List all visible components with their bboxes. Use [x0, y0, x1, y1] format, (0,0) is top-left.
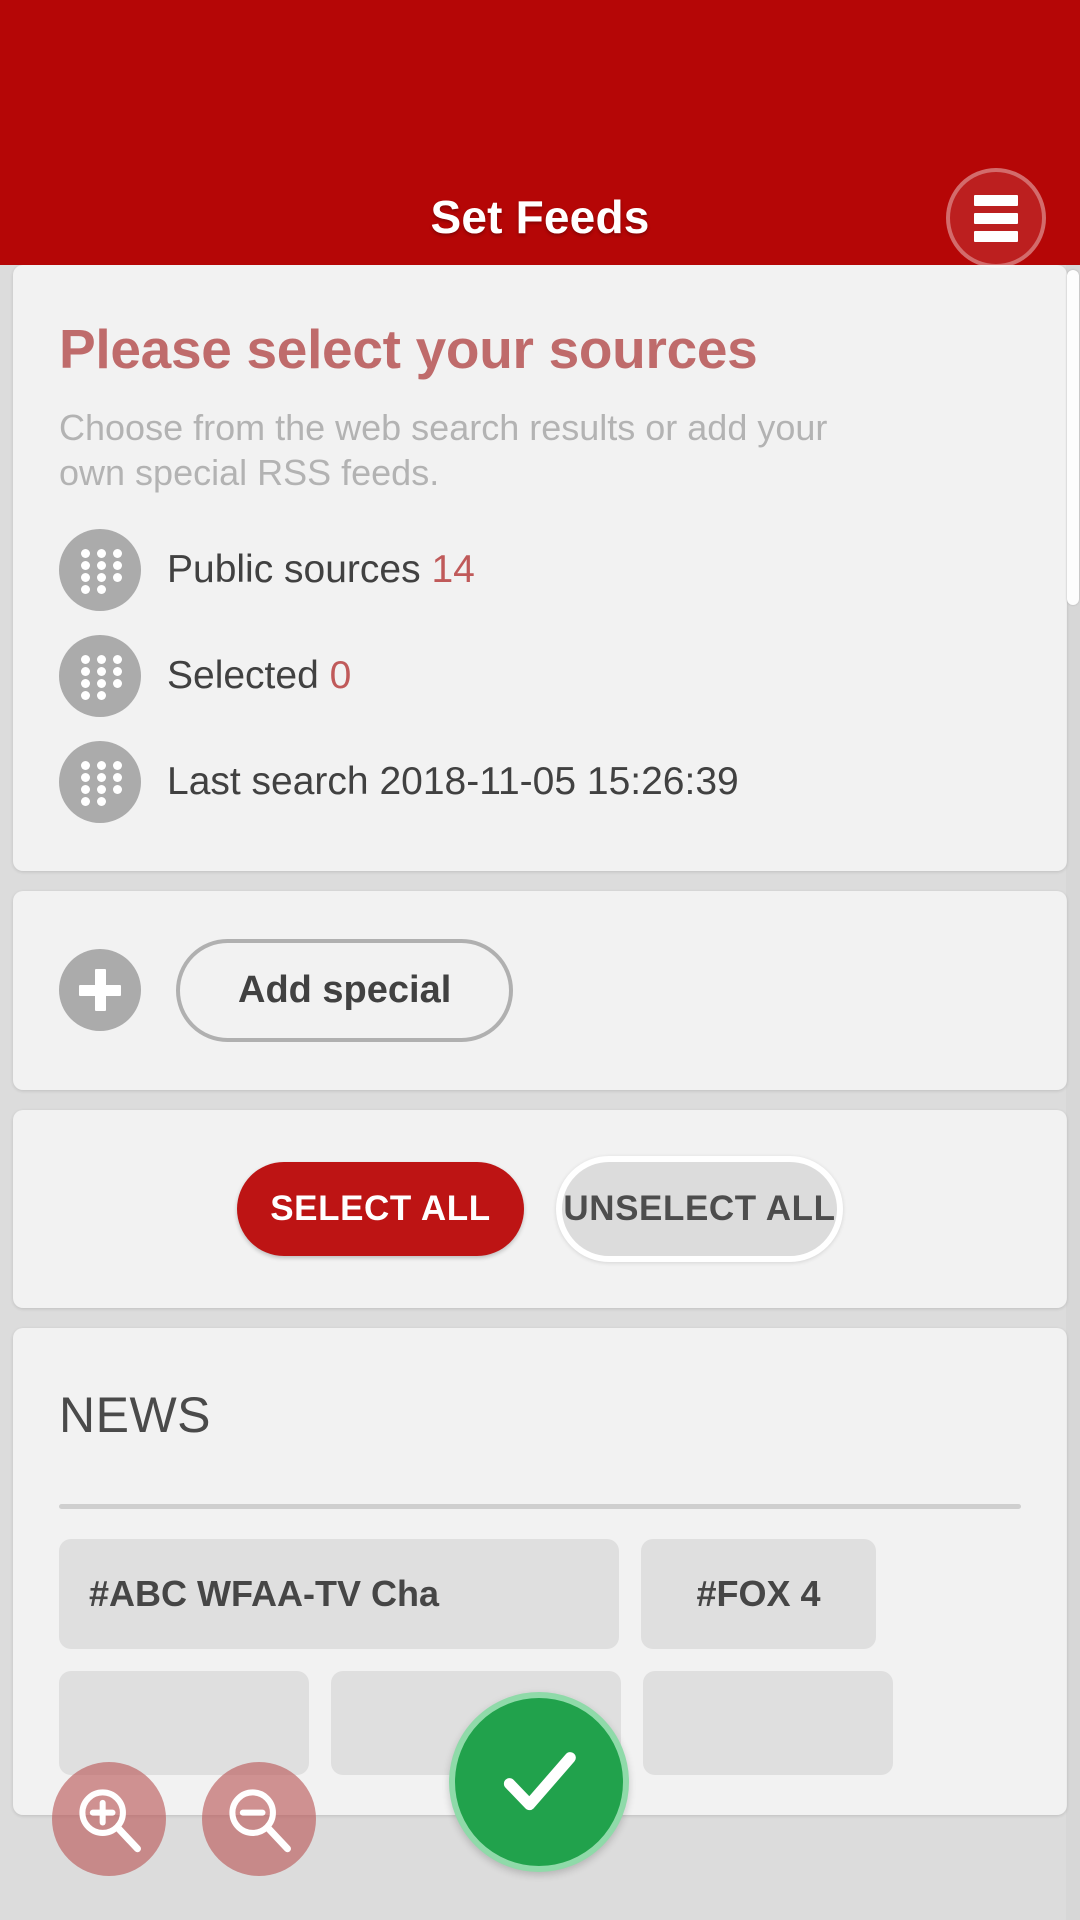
- dots-grid-icon: [59, 634, 141, 717]
- unselect-all-button[interactable]: UNSELECT ALL: [556, 1155, 843, 1262]
- dots-grid-icon: [59, 740, 141, 823]
- select-all-button[interactable]: SELECT ALL: [237, 1161, 524, 1256]
- info-row-last-search[interactable]: Last search 2018-11-05 15:26:39: [13, 729, 1067, 835]
- scrollbar-thumb[interactable]: [1067, 270, 1079, 605]
- check-icon[interactable]: [449, 1692, 629, 1872]
- info-value-text: 14: [431, 547, 475, 591]
- info-label-text: Last search: [167, 759, 369, 803]
- add-special-button[interactable]: Add special: [176, 938, 514, 1042]
- add-special-card: Add special: [13, 890, 1067, 1090]
- info-row-label: Last search 2018-11-05 15:26:39: [167, 760, 739, 804]
- plus-circle-icon[interactable]: [59, 949, 141, 1032]
- info-value-text: 0: [329, 653, 352, 697]
- sources-info-list: Public sources 14 Selected 0 Last search…: [13, 495, 1067, 835]
- app-root: Set Feeds Please select your sources Cho…: [0, 0, 1080, 1920]
- list-item[interactable]: #ABC WFAA-TV Cha: [59, 1538, 619, 1649]
- info-row-public-sources[interactable]: Public sources 14: [13, 517, 1067, 623]
- info-value-text: 2018-11-05 15:26:39: [379, 759, 739, 803]
- info-row-selected[interactable]: Selected 0: [13, 623, 1067, 729]
- info-row-label: Public sources 14: [167, 548, 475, 592]
- info-row-label: Selected 0: [167, 654, 351, 698]
- page-title: Set Feeds: [430, 191, 650, 243]
- list-item[interactable]: #FOX 4: [641, 1538, 876, 1649]
- app-bar: Set Feeds: [0, 0, 1080, 268]
- magnifier-minus-icon[interactable]: [202, 1762, 316, 1876]
- info-label-text: Public sources: [167, 547, 421, 591]
- info-label-text: Selected: [167, 653, 319, 697]
- menu-bar-1: [974, 194, 1018, 206]
- hamburger-menu-icon[interactable]: [946, 168, 1046, 268]
- news-section-title: NEWS: [59, 1386, 211, 1443]
- dots-grid-icon: [59, 528, 141, 611]
- sources-heading: Please select your sources: [59, 318, 758, 380]
- list-item[interactable]: [643, 1670, 893, 1775]
- menu-bar-3: [974, 230, 1018, 242]
- content-scroll-area[interactable]: Please select your sources Choose from t…: [0, 265, 1080, 1920]
- menu-bar-2: [974, 212, 1018, 224]
- sources-subtext: Choose from the web search results or ad…: [59, 406, 828, 493]
- select-actions-card: SELECT ALL UNSELECT ALL: [13, 1109, 1067, 1308]
- magnifier-plus-icon[interactable]: [52, 1762, 166, 1876]
- sources-card: Please select your sources Choose from t…: [13, 265, 1067, 871]
- list-item[interactable]: [59, 1670, 309, 1775]
